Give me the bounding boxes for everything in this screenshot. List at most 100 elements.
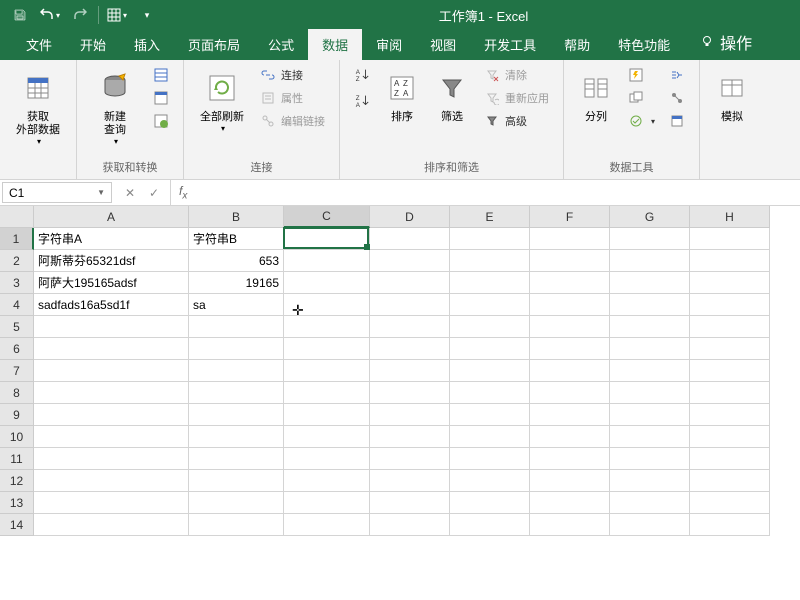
cell[interactable] [284, 228, 370, 250]
column-header[interactable]: A [34, 206, 189, 228]
cell[interactable] [34, 316, 189, 338]
cell[interactable] [284, 492, 370, 514]
cell[interactable] [370, 470, 450, 492]
cell[interactable] [284, 272, 370, 294]
sort-asc-button[interactable]: AZ [350, 64, 374, 86]
cell[interactable]: 19165 [189, 272, 284, 294]
tell-me[interactable]: 操作 [692, 24, 760, 60]
flash-fill-button[interactable] [624, 64, 659, 86]
cell[interactable] [189, 470, 284, 492]
cell[interactable] [530, 360, 610, 382]
column-header[interactable]: G [610, 206, 690, 228]
filter-button[interactable]: 筛选 [430, 64, 474, 127]
recent-sources-button[interactable] [149, 110, 173, 132]
new-query-button[interactable]: 新建 查询 ▾ [87, 64, 143, 149]
row-header[interactable]: 13 [0, 492, 34, 514]
cell[interactable] [530, 228, 610, 250]
cell[interactable] [690, 272, 770, 294]
cell[interactable]: 字符串B [189, 228, 284, 250]
cell[interactable] [370, 404, 450, 426]
cell[interactable] [450, 514, 530, 536]
advanced-button[interactable]: 高级 [480, 110, 553, 132]
data-validation-button[interactable]: ▾ [624, 110, 659, 132]
cell[interactable] [530, 404, 610, 426]
cell[interactable] [610, 228, 690, 250]
tab-view[interactable]: 视图 [416, 29, 470, 60]
manage-data-model-button[interactable] [665, 110, 689, 132]
tab-special[interactable]: 特色功能 [604, 29, 684, 60]
tab-layout[interactable]: 页面布局 [174, 29, 254, 60]
cell[interactable] [450, 382, 530, 404]
cell[interactable] [34, 382, 189, 404]
cell[interactable] [189, 382, 284, 404]
fx-label[interactable]: fx [171, 180, 195, 205]
cell[interactable] [189, 514, 284, 536]
cell[interactable] [284, 426, 370, 448]
cell[interactable] [690, 492, 770, 514]
tab-review[interactable]: 审阅 [362, 29, 416, 60]
cell[interactable] [610, 448, 690, 470]
cell[interactable] [530, 492, 610, 514]
tab-data[interactable]: 数据 [308, 29, 362, 60]
row-header[interactable]: 6 [0, 338, 34, 360]
cell[interactable] [610, 426, 690, 448]
row-header[interactable]: 9 [0, 404, 34, 426]
row-header[interactable]: 2 [0, 250, 34, 272]
cell[interactable] [370, 514, 450, 536]
cell[interactable] [370, 426, 450, 448]
row-header[interactable]: 4 [0, 294, 34, 316]
column-header[interactable]: F [530, 206, 610, 228]
column-header[interactable]: B [189, 206, 284, 228]
cell[interactable] [450, 448, 530, 470]
table-quick-button[interactable]: ▾ [103, 3, 131, 27]
cell[interactable] [690, 448, 770, 470]
tab-home[interactable]: 开始 [66, 29, 120, 60]
cell[interactable] [530, 426, 610, 448]
cell[interactable] [34, 338, 189, 360]
cell[interactable] [690, 514, 770, 536]
formula-input[interactable] [195, 180, 800, 205]
cell[interactable] [530, 272, 610, 294]
row-header[interactable]: 14 [0, 514, 34, 536]
column-header[interactable]: E [450, 206, 530, 228]
cell[interactable] [284, 360, 370, 382]
cell[interactable]: sa [189, 294, 284, 316]
cell[interactable] [690, 316, 770, 338]
save-button[interactable] [6, 3, 34, 27]
row-header[interactable]: 8 [0, 382, 34, 404]
cancel-formula-button[interactable]: ✕ [118, 186, 142, 200]
cell[interactable] [450, 294, 530, 316]
column-header[interactable]: D [370, 206, 450, 228]
cell[interactable] [189, 448, 284, 470]
cell[interactable] [450, 470, 530, 492]
cell[interactable] [610, 338, 690, 360]
cell[interactable] [690, 404, 770, 426]
cell[interactable] [370, 338, 450, 360]
cell[interactable] [610, 514, 690, 536]
cell[interactable] [284, 514, 370, 536]
cell[interactable] [34, 492, 189, 514]
cell[interactable] [610, 250, 690, 272]
cell[interactable] [34, 470, 189, 492]
column-header[interactable]: C [284, 206, 370, 228]
cell[interactable] [34, 426, 189, 448]
tab-formulas[interactable]: 公式 [254, 29, 308, 60]
cell[interactable] [530, 338, 610, 360]
cell[interactable] [610, 404, 690, 426]
cell[interactable] [530, 250, 610, 272]
tab-help[interactable]: 帮助 [550, 29, 604, 60]
cell[interactable] [284, 316, 370, 338]
cell[interactable] [284, 470, 370, 492]
enter-formula-button[interactable]: ✓ [142, 186, 166, 200]
row-header[interactable]: 7 [0, 360, 34, 382]
show-queries-button[interactable] [149, 64, 173, 86]
cell[interactable] [370, 272, 450, 294]
redo-button[interactable] [66, 3, 94, 27]
row-header[interactable]: 12 [0, 470, 34, 492]
cell[interactable] [530, 316, 610, 338]
cell[interactable] [530, 448, 610, 470]
cell[interactable] [610, 470, 690, 492]
cell[interactable] [450, 360, 530, 382]
undo-button[interactable]: ▾ [36, 3, 64, 27]
row-header[interactable]: 11 [0, 448, 34, 470]
